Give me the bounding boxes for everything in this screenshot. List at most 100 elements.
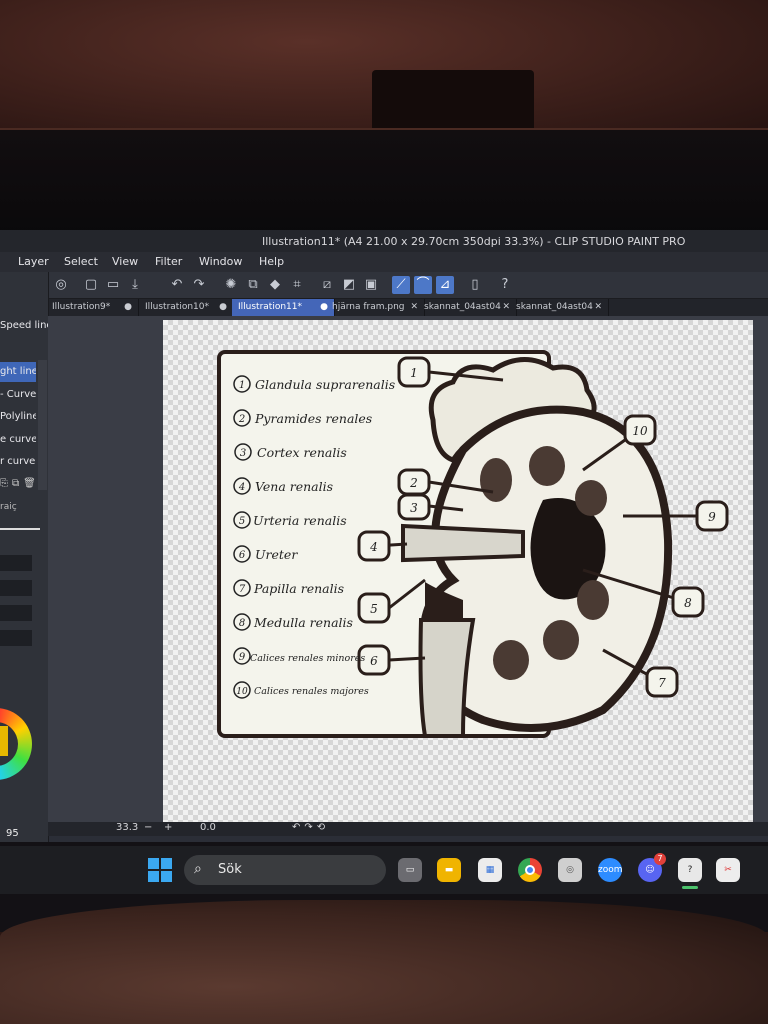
undo-icon[interactable]: ↶ — [168, 276, 186, 294]
property-field[interactable] — [0, 580, 32, 596]
start-button[interactable] — [148, 858, 172, 882]
document-canvas[interactable]: 1 10 2 3 9 4 8 5 6 7 1 Glandula suprarena… — [163, 320, 753, 822]
ureter — [418, 618, 476, 738]
sub-tool-header: Speed line — [0, 320, 48, 331]
background-blanket-bottom — [0, 900, 768, 1024]
snap-special-icon[interactable]: ◩ — [340, 276, 358, 294]
snap-curve-icon[interactable]: ⌒ — [414, 276, 432, 294]
close-tab-icon[interactable]: ✕ — [594, 299, 602, 316]
svg-text:10: 10 — [236, 687, 248, 697]
sub-tool-straight-line[interactable]: ght line — [0, 362, 36, 382]
svg-text:9: 9 — [708, 510, 716, 524]
property-field[interactable] — [0, 630, 32, 646]
tab-illustration9[interactable]: Illustration9* ● — [46, 299, 139, 316]
rotate-icons[interactable]: ↶↷⟲ — [292, 822, 329, 833]
close-tab-icon[interactable]: ✕ — [502, 299, 510, 316]
save-icon[interactable]: ⤓ — [126, 276, 144, 294]
tab-hjarna-fram[interactable]: hjärna fram.png ✕ — [326, 299, 425, 316]
background-object — [372, 70, 534, 136]
brush-size-preview — [0, 528, 40, 530]
monitor-bezel-top — [0, 128, 768, 236]
tab-illustration10[interactable]: Illustration10* ● — [139, 299, 234, 316]
snap-ruler-icon[interactable]: ⧄ — [318, 276, 336, 294]
menu-layer[interactable]: Layer — [18, 255, 49, 268]
svg-text:6: 6 — [370, 654, 378, 668]
menu-filter[interactable]: Filter — [155, 255, 182, 268]
svg-text:Medulla renalis: Medulla renalis — [253, 615, 353, 630]
task-view-icon[interactable]: ▭ — [398, 858, 422, 882]
clip-studio-paint-icon[interactable]: ? — [678, 858, 702, 882]
svg-text:10: 10 — [632, 424, 648, 438]
new-file-icon[interactable]: ▢ — [82, 276, 100, 294]
svg-text:Pyramides renales: Pyramides renales — [254, 411, 372, 426]
property-field[interactable] — [0, 555, 32, 571]
svg-text:8: 8 — [684, 596, 692, 610]
sub-tool-bezier-curve[interactable]: e curve — [0, 430, 36, 450]
canvas-area[interactable]: 1 10 2 3 9 4 8 5 6 7 1 Glandula suprarena… — [48, 316, 768, 822]
device-icon[interactable]: ▯ — [466, 276, 484, 294]
sub-tool-curve[interactable]: - Curve — [0, 385, 36, 405]
tab-illustration11[interactable]: Illustration11* ● — [232, 299, 335, 316]
monitor-screen: Illustration11* (A4 21.00 x 29.70cm 350d… — [0, 230, 768, 842]
panel-scrollbar[interactable] — [38, 360, 47, 490]
status-bar: 33.3 − + 0.0 ↶↷⟲ — [48, 822, 768, 836]
close-tab-icon[interactable]: ✕ — [410, 299, 418, 316]
file-explorer-icon[interactable]: ▬ — [437, 858, 461, 882]
snap-line-icon[interactable]: ⟋ — [392, 276, 410, 294]
kidney-diagram: 1 10 2 3 9 4 8 5 6 7 1 Glandula suprarena… — [217, 350, 729, 738]
sub-tool-spline-curve[interactable]: r curve — [0, 452, 36, 472]
chrome-icon[interactable] — [518, 858, 542, 882]
transform-icon[interactable]: ⧉ — [244, 276, 262, 294]
help-icon[interactable]: ? — [496, 276, 514, 294]
taskbar: ⌕ Sök ▭ ▬ ▦ ◎ zoom ☺ 7 ? ✂ — [0, 846, 768, 894]
legend-item-1: 1 Glandula suprarenalis — [233, 375, 395, 393]
rotation-value[interactable]: 0.0 — [200, 822, 216, 833]
svg-text:Papilla renalis: Papilla renalis — [253, 581, 344, 596]
title-bar: Illustration11* (A4 21.00 x 29.70cm 350d… — [0, 230, 768, 252]
snipping-tool-icon[interactable]: ✂ — [716, 858, 740, 882]
menu-view[interactable]: View — [112, 255, 138, 268]
zoom-in-button[interactable]: + — [164, 822, 172, 833]
snap-polyline-icon[interactable]: ⊿ — [436, 276, 454, 294]
zoom-out-button[interactable]: − — [144, 822, 152, 833]
tool-property-tab[interactable]: raiç — [0, 497, 36, 517]
fill-icon[interactable]: ◆ — [266, 276, 284, 294]
active-app-indicator — [682, 886, 698, 889]
taskbar-search[interactable]: ⌕ Sök — [184, 855, 386, 885]
sub-tool-actions[interactable]: ⎘⧉🗑 — [0, 478, 46, 494]
svg-text:Cortex renalis: Cortex renalis — [257, 445, 347, 460]
redo-icon[interactable]: ↷ — [190, 276, 208, 294]
svg-text:Calices renales majores: Calices renales majores — [254, 686, 369, 697]
svg-text:4: 4 — [238, 482, 245, 493]
open-file-icon[interactable]: ▭ — [104, 276, 122, 294]
svg-text:8: 8 — [239, 618, 245, 629]
svg-text:6: 6 — [239, 550, 246, 561]
svg-text:3: 3 — [410, 501, 418, 515]
svg-text:7: 7 — [658, 676, 666, 690]
menu-help[interactable]: Help — [259, 255, 284, 268]
discord-icon[interactable]: ☺ 7 — [638, 853, 666, 882]
tab-skannat-1[interactable]: skannat_04ast04 ✕ — [418, 299, 517, 316]
clip-studio-icon[interactable]: ◎ — [558, 858, 582, 882]
clear-icon[interactable]: ✺ — [222, 276, 240, 294]
color-square[interactable] — [0, 726, 8, 756]
document-tabs: Illustration9* ● Illustration10* ● Illustr… — [46, 299, 768, 316]
pyramid — [493, 640, 529, 680]
renal-vein — [401, 523, 525, 563]
modified-dot: ● — [219, 302, 227, 312]
property-field[interactable] — [0, 605, 32, 621]
store-icon[interactable]: ▦ — [478, 858, 502, 882]
zoom-value[interactable]: 33.3 — [116, 822, 138, 833]
grid-icon[interactable]: ▣ — [362, 276, 380, 294]
search-icon: ⌕ — [194, 861, 202, 877]
menu-select[interactable]: Select — [64, 255, 98, 268]
app-logo-icon[interactable]: ◎ — [52, 276, 70, 294]
tab-skannat-2[interactable]: skannat_04ast04 ✕ — [510, 299, 609, 316]
svg-text:5: 5 — [239, 516, 245, 527]
background-blanket-top — [0, 0, 768, 140]
sub-tool-polyline[interactable]: Polyline — [0, 407, 36, 427]
menu-window[interactable]: Window — [199, 255, 242, 268]
crop-icon[interactable]: ⌗ — [288, 276, 306, 294]
svg-text:Vena renalis: Vena renalis — [255, 479, 333, 494]
zoom-icon[interactable]: zoom — [598, 858, 623, 882]
